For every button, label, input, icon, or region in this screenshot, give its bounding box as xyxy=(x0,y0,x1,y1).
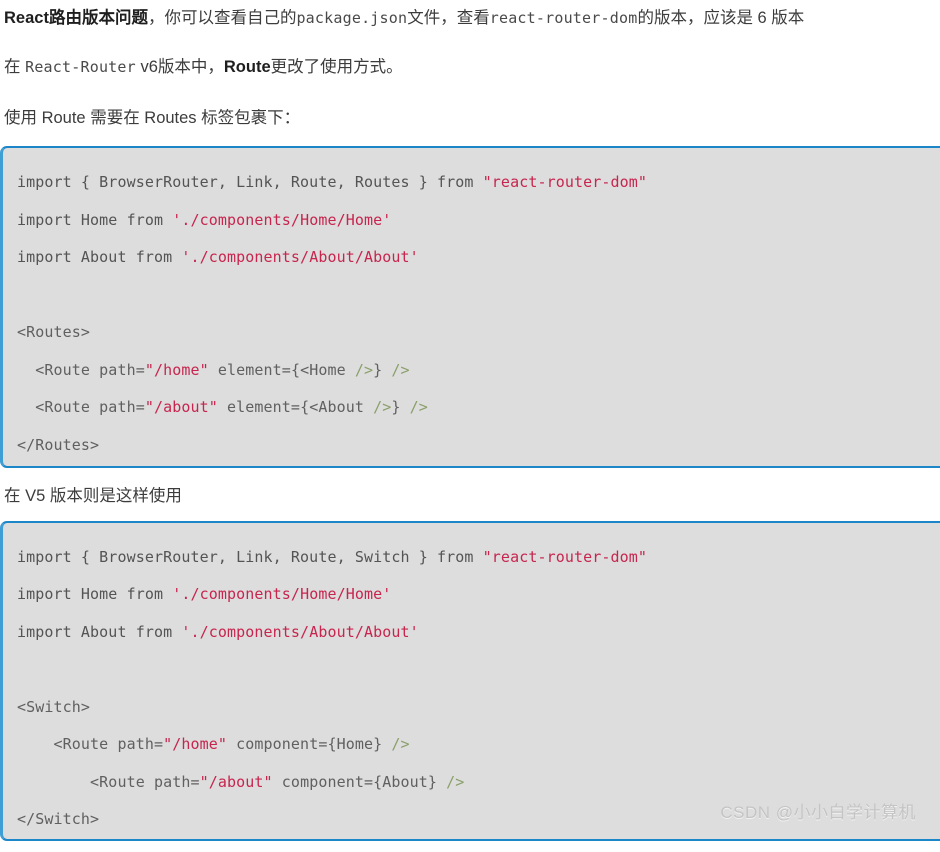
code-token-tag: </Routes> xyxy=(17,435,100,454)
code-block-v5[interactable]: import { BrowserRouter, Link, Route, Swi… xyxy=(0,520,940,841)
code-token-close: /> xyxy=(354,360,374,379)
paragraph-version-问题: React路由版本问题，你可以查看自己的package.json文件，查看rea… xyxy=(0,0,940,46)
article-body: React路由版本问题，你可以查看自己的package.json文件，查看rea… xyxy=(0,0,940,841)
paragraph-v5-usage-note: 在 V5 版本则是这样使用 xyxy=(4,487,182,505)
inline-code-react-router: React-Router xyxy=(25,58,136,76)
code-token-plain: import Home from xyxy=(17,585,173,604)
inline-code-react-router-dom: react-router-dom xyxy=(489,9,638,27)
code-lines-v6: import { BrowserRouter, Link, Route, Rou… xyxy=(17,164,940,464)
code-token-tag: <Route path= xyxy=(17,398,145,416)
code-line: <Route path="/about" component={About} /… xyxy=(17,764,940,802)
code-line: import About from './components/About/Ab… xyxy=(17,239,940,277)
code-token-tag: element={<Home xyxy=(208,360,355,379)
code-token-str: "/about" xyxy=(144,398,218,416)
code-line: <Switch> xyxy=(17,689,940,727)
code-token-tag: <Route path= xyxy=(17,735,164,754)
code-line: <Routes> xyxy=(17,314,940,352)
paragraph-2-text-b: v6版本中， xyxy=(135,58,224,76)
code-token-tag: element={<About xyxy=(217,398,374,416)
code-token-tag: } xyxy=(391,398,410,416)
code-line: import Home from './components/Home/Home… xyxy=(17,202,940,240)
code-token-str: "react-router-dom" xyxy=(482,173,648,191)
code-token-str: "/about" xyxy=(199,772,273,791)
code-line: </Switch> xyxy=(17,801,940,839)
code-block-v6[interactable]: import { BrowserRouter, Link, Route, Rou… xyxy=(0,146,940,468)
paragraph-1-text-b: 文件，查看 xyxy=(407,9,490,27)
paragraph-2-text-a: 在 xyxy=(4,58,26,76)
code-line: <Route path="/home" component={Home} /> xyxy=(17,726,940,764)
code-line: import { BrowserRouter, Link, Route, Swi… xyxy=(17,539,940,577)
code-token-tag: <Route path= xyxy=(17,360,145,379)
paragraph-routes-wrapper-note: 使用 Route 需要在 Routes 标签包裹下： xyxy=(4,109,301,127)
code-token-tag: </Switch> xyxy=(17,810,100,829)
inline-code-package-json: package.json xyxy=(296,9,408,27)
code-token-close: /> xyxy=(391,735,410,754)
code-token-str: "/home" xyxy=(163,735,228,754)
code-line: </Routes> xyxy=(17,427,940,465)
code-token-str: './components/About/About' xyxy=(181,622,419,641)
code-token-plain: import About from xyxy=(17,248,182,266)
code-token-plain: import { BrowserRouter, Link, Route, Swi… xyxy=(17,547,483,566)
code-token-plain: import { BrowserRouter, Link, Route, Rou… xyxy=(17,173,483,191)
code-token-tag: <Routes> xyxy=(17,323,91,341)
code-token-str: "react-router-dom" xyxy=(482,547,648,566)
paragraph-v6-route-change: 在 React-Router v6版本中，Route更改了使用方式。 xyxy=(0,46,940,97)
code-token-str: './components/Home/Home' xyxy=(172,210,392,229)
code-token-close: /> xyxy=(446,772,465,791)
paragraph-1-bold-lead: React路由版本问题 xyxy=(4,9,148,27)
code-lines-v5: import { BrowserRouter, Link, Route, Swi… xyxy=(17,539,940,839)
paragraph-1-text-a: ，你可以查看自己的 xyxy=(147,9,297,27)
code-token-str: './components/Home/Home' xyxy=(172,585,392,604)
code-line: import About from './components/About/Ab… xyxy=(17,614,940,652)
code-line: <Route path="/home" element={<Home />} /… xyxy=(17,352,940,390)
paragraph-1-text-c: 的版本，应该是 6 版本 xyxy=(637,9,805,27)
code-line: <Route path="/about" element={<About />}… xyxy=(17,389,940,427)
code-token-plain: import Home from xyxy=(17,210,173,229)
code-line: import Home from './components/Home/Home… xyxy=(17,576,940,614)
code-token-close: /> xyxy=(409,398,428,416)
code-token-tag: component={Home} xyxy=(227,735,392,754)
code-token-plain: import About from xyxy=(17,622,182,641)
code-token-close: /> xyxy=(391,360,410,379)
code-token-str: './components/About/About' xyxy=(181,248,419,266)
code-token-tag: <Switch> xyxy=(17,697,91,716)
code-token-tag: } xyxy=(373,360,392,379)
code-token-tag: component={About} xyxy=(272,772,447,791)
code-token-close: /> xyxy=(373,398,392,416)
code-token-str: "/home" xyxy=(144,360,209,379)
paragraph-2-text-c: 更改了使用方式。 xyxy=(270,58,403,76)
inline-emphasis-route: Route xyxy=(223,58,271,76)
code-line: import { BrowserRouter, Link, Route, Rou… xyxy=(17,164,940,202)
code-token-tag: <Route path= xyxy=(17,772,200,791)
